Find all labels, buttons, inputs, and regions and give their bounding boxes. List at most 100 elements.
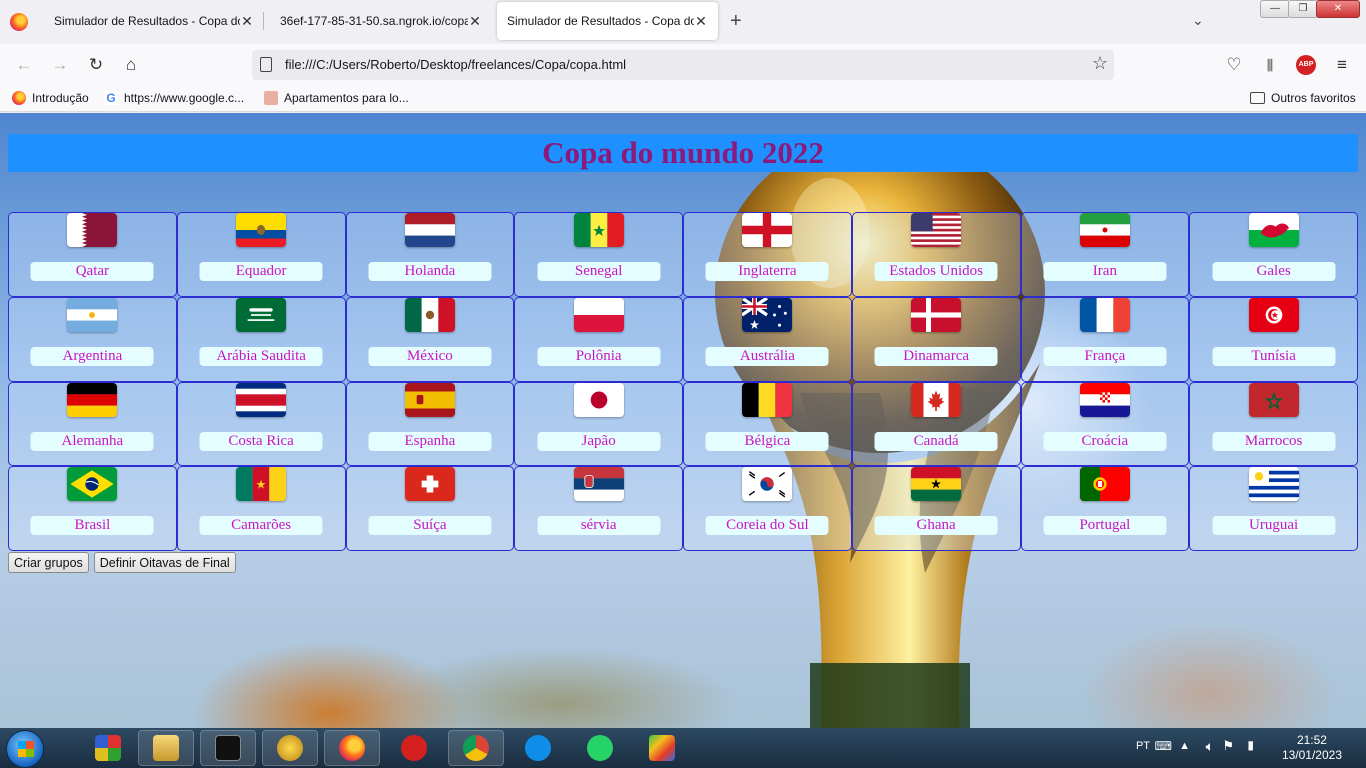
close-window-button[interactable]: ✕ — [1316, 0, 1360, 18]
minimize-button[interactable]: — — [1260, 0, 1290, 18]
senegal-flag-icon — [573, 213, 624, 247]
maximize-button[interactable]: ❐ — [1288, 0, 1318, 18]
tab-bar: Simulador de Resultados - Copa do ✕ 36ef… — [0, 0, 1366, 44]
tab-close-icon[interactable]: ✕ — [468, 13, 482, 30]
keyboard-icon[interactable]: ⌨ — [1155, 739, 1172, 753]
team-cell[interactable]: Argentina — [8, 296, 177, 382]
team-cell[interactable]: Senegal — [514, 212, 683, 297]
tab-label: 36ef-177-85-31-50.sa.ngrok.io/copa — [280, 14, 468, 28]
taskbar-app[interactable] — [448, 730, 504, 766]
list-tabs-chevron-icon[interactable]: ⌄ — [1192, 12, 1204, 29]
teapot-icon — [277, 735, 303, 761]
firefox-icon[interactable] — [10, 13, 28, 31]
taskbar-app[interactable] — [80, 730, 136, 766]
team-cell[interactable]: Holanda — [345, 212, 515, 297]
whatsapp-icon — [587, 735, 613, 761]
round-of-16-button[interactable]: Definir Oitavas de Final — [93, 552, 236, 573]
team-name: Austrália — [705, 346, 829, 366]
pocket-icon[interactable]: ♡ — [1220, 52, 1248, 78]
team-cell[interactable]: Arábia Saudita — [176, 296, 346, 382]
team-cell[interactable]: Alemanha — [8, 381, 177, 467]
team-cell[interactable]: Inglaterra — [683, 212, 852, 297]
tab-close-icon[interactable]: ✕ — [240, 13, 254, 30]
team-cell[interactable]: Dinamarca — [851, 296, 1021, 382]
teams-grid: Qatar Equador Holanda Senegal Inglaterra Esta… — [8, 212, 1358, 551]
france-flag-icon — [1079, 297, 1130, 332]
team-cell[interactable]: Estados Unidos — [851, 212, 1021, 297]
bookmark-label: Introdução — [32, 91, 89, 105]
team-cell[interactable]: Polônia — [514, 296, 683, 382]
team-name: sérvia — [537, 516, 661, 536]
adblock-plus-icon[interactable]: ABP — [1296, 55, 1316, 75]
ghana-flag-icon — [911, 467, 962, 502]
team-cell[interactable]: Iran — [1020, 212, 1190, 297]
address-bar[interactable]: file:///C:/Users/Roberto/Desktop/freelan… — [252, 50, 1114, 80]
back-arrow-icon[interactable]: ← — [10, 52, 38, 78]
folder-icon — [1250, 92, 1265, 104]
team-cell[interactable]: Suíça — [345, 466, 515, 551]
team-cell[interactable]: Tunísia — [1189, 296, 1358, 382]
language-indicator[interactable]: PT — [1136, 740, 1150, 752]
other-bookmarks[interactable]: Outros favoritos — [1250, 91, 1356, 105]
bookmark-label: https://www.google.c... — [124, 91, 245, 105]
team-cell[interactable]: Canadá — [851, 381, 1021, 467]
network-icon[interactable]: ▮ — [1247, 738, 1254, 752]
bookmark-google[interactable]: G https://www.google.c... — [104, 91, 244, 105]
forward-arrow-icon[interactable]: → — [46, 52, 74, 78]
team-cell[interactable]: sérvia — [514, 466, 683, 551]
taskbar-app[interactable] — [324, 730, 380, 766]
team-cell[interactable]: Coreia do Sul — [683, 466, 852, 551]
bookmark-introducao[interactable]: Introdução — [12, 91, 89, 105]
home-icon[interactable]: ⌂ — [117, 52, 145, 78]
mexico-flag-icon — [404, 297, 455, 332]
new-tab-icon[interactable]: + — [730, 10, 742, 33]
team-cell[interactable]: França — [1020, 296, 1190, 382]
team-name: Japão — [537, 431, 661, 451]
belgium-flag-icon — [742, 382, 793, 417]
tab-simulador-active[interactable]: Simulador de Resultados - Copa do ✕ — [497, 2, 718, 40]
tray-expand-icon[interactable]: ▲ — [1179, 740, 1190, 752]
start-button[interactable] — [6, 730, 44, 768]
team-cell[interactable]: Uruguai — [1189, 466, 1358, 551]
taskbar-app[interactable] — [634, 730, 690, 766]
volume-icon[interactable]: 🔈︎ — [1206, 738, 1214, 755]
team-cell[interactable]: Portugal — [1020, 466, 1190, 551]
menu-icon[interactable]: ≡ — [1328, 52, 1356, 78]
tab-ngrok[interactable]: 36ef-177-85-31-50.sa.ngrok.io/copa ✕ — [270, 2, 492, 40]
bookmark-label: Outros favoritos — [1271, 91, 1356, 105]
taskbar-app[interactable] — [262, 730, 318, 766]
team-cell[interactable]: México — [345, 296, 515, 382]
taskbar-app[interactable] — [386, 730, 442, 766]
bookmark-apartamentos[interactable]: Apartamentos para lo... — [264, 91, 409, 105]
page-header: Copa do mundo 2022 — [8, 134, 1358, 172]
team-cell[interactable]: Marrocos — [1189, 381, 1358, 467]
team-cell[interactable]: Espanha — [345, 381, 515, 467]
team-cell[interactable]: Equador — [176, 212, 346, 297]
team-cell[interactable]: Croácia — [1020, 381, 1190, 467]
cameroon-flag-icon — [236, 467, 287, 502]
team-cell[interactable]: Qatar — [8, 212, 177, 297]
taskbar-app[interactable] — [572, 730, 628, 766]
team-cell[interactable]: Ghana — [851, 466, 1021, 551]
team-name: Argentina — [30, 346, 154, 366]
reload-icon[interactable]: ↻ — [82, 52, 110, 78]
action-center-flag-icon[interactable]: ⚑ — [1222, 738, 1234, 754]
team-cell[interactable]: Brasil — [8, 466, 177, 551]
terminal-icon — [215, 735, 241, 761]
tab-simulador-1[interactable]: Simulador de Resultados - Copa do ✕ — [44, 2, 264, 40]
create-groups-button[interactable]: Criar grupos — [8, 552, 89, 573]
team-cell[interactable]: Japão — [514, 381, 683, 467]
team-cell[interactable]: Gales — [1189, 212, 1358, 297]
team-cell[interactable]: Bélgica — [683, 381, 852, 467]
clock[interactable]: 21:52 13/01/2023 — [1282, 733, 1342, 763]
library-icon[interactable]: ⫼ — [1256, 52, 1284, 78]
taskbar-app[interactable] — [510, 730, 566, 766]
team-cell[interactable]: Costa Rica — [176, 381, 346, 467]
url-text[interactable]: file:///C:/Users/Roberto/Desktop/freelan… — [285, 57, 626, 72]
bookmark-star-icon[interactable]: ☆ — [1092, 53, 1108, 74]
taskbar-app[interactable] — [200, 730, 256, 766]
tab-close-icon[interactable]: ✕ — [694, 13, 708, 30]
team-cell[interactable]: Camarões — [176, 466, 346, 551]
taskbar-app[interactable] — [138, 730, 194, 766]
team-cell[interactable]: Austrália — [683, 296, 852, 382]
